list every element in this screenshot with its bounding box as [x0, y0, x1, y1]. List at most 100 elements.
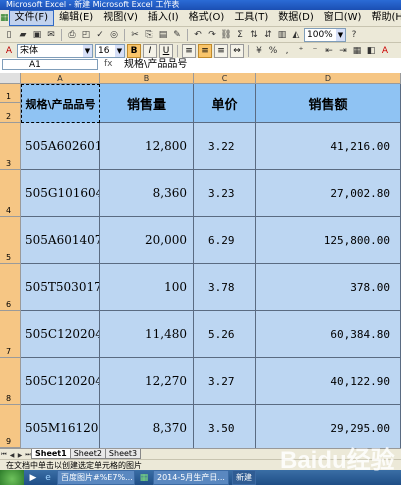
chevron-down-icon[interactable]: ▼ [115, 44, 124, 57]
cell-code[interactable]: 505T503017 [21, 264, 100, 311]
menu-insert[interactable]: 插入(I) [143, 11, 184, 25]
column-header-d[interactable]: D [256, 73, 401, 84]
cell-amount[interactable]: 60,384.80 [256, 311, 401, 358]
menu-file[interactable]: 文件(F) [8, 10, 55, 26]
header-cell-qty[interactable]: 销售量 [100, 84, 194, 123]
sort-ascending-icon[interactable]: ⇅ [248, 29, 260, 41]
first-sheet-icon[interactable]: ⏮ [0, 451, 8, 459]
new-icon[interactable]: ▯ [3, 29, 15, 41]
sheet-tab-2[interactable]: Sheet2 [69, 449, 106, 459]
drawing-icon[interactable]: ◭ [290, 29, 302, 41]
cell-code[interactable]: 505G101604 [21, 170, 100, 217]
save-icon[interactable]: ▣ [31, 29, 43, 41]
row-header-7[interactable]: 7 [0, 311, 21, 358]
chart-wizard-icon[interactable]: ▥ [276, 29, 288, 41]
sheet-tab-1[interactable]: Sheet1 [31, 449, 71, 459]
cell-price[interactable]: 3.22 [194, 123, 256, 170]
comma-style-icon[interactable]: , [281, 45, 293, 57]
header-cell-price[interactable]: 单价 [194, 84, 256, 123]
menu-edit[interactable]: 编辑(E) [54, 11, 98, 25]
row-header-9[interactable]: 9 [0, 405, 21, 448]
decrease-decimal-icon[interactable]: ⁻ [309, 45, 321, 57]
browser-icon[interactable]: e [42, 472, 54, 484]
cell-price[interactable]: 6.29 [194, 217, 256, 264]
help-icon[interactable]: ? [348, 29, 360, 41]
fill-color-icon[interactable]: ◧ [365, 45, 377, 57]
cell-amount[interactable]: 27,002.80 [256, 170, 401, 217]
cell-code[interactable]: 505M161201 [21, 405, 100, 448]
menu-tools[interactable]: 工具(T) [229, 11, 273, 25]
taskbar-item-workbook[interactable]: 2014-5月生产日... [153, 470, 229, 485]
cell-qty[interactable]: 100 [100, 264, 194, 311]
taskbar-item-new-workbook[interactable]: 新建 [231, 470, 256, 485]
align-left-icon[interactable]: ≡ [182, 43, 196, 58]
cut-icon[interactable]: ✂ [129, 29, 141, 41]
font-size-select[interactable]: 16 ▼ [95, 43, 125, 58]
copy-icon[interactable]: ⎘ [143, 29, 155, 41]
sort-descending-icon[interactable]: ⇵ [262, 29, 274, 41]
merge-center-icon[interactable]: ⇔ [230, 43, 244, 58]
fx-icon[interactable]: fx [104, 59, 113, 69]
paste-icon[interactable]: ▤ [157, 29, 169, 41]
chevron-down-icon[interactable]: ▼ [83, 44, 92, 57]
chevron-down-icon[interactable]: ▼ [336, 28, 345, 41]
row-header-1[interactable]: 1 [0, 84, 21, 103]
menu-data[interactable]: 数据(D) [273, 11, 319, 25]
row-header-6[interactable]: 6 [0, 264, 21, 311]
header-cell-amount[interactable]: 销售额 [256, 84, 401, 123]
prev-sheet-icon[interactable]: ◀ [8, 452, 16, 459]
cell-qty[interactable]: 8,360 [100, 170, 194, 217]
bold-button[interactable]: B [127, 43, 141, 58]
menu-window[interactable]: 窗口(W) [319, 11, 367, 25]
row-header-2[interactable]: 2 [0, 103, 21, 123]
percent-icon[interactable]: % [267, 45, 279, 57]
cell-price[interactable]: 5.26 [194, 311, 256, 358]
align-center-icon[interactable]: ≡ [198, 43, 212, 58]
italic-button[interactable]: I [143, 43, 157, 58]
start-button[interactable] [0, 470, 24, 485]
row-header-5[interactable]: 5 [0, 217, 21, 264]
name-box[interactable]: A1 [2, 59, 98, 70]
menu-help[interactable]: 帮助(H) [366, 11, 401, 25]
cell-qty[interactable]: 8,370 [100, 405, 194, 448]
increase-indent-icon[interactable]: ⇥ [337, 45, 349, 57]
cell-price[interactable]: 3.50 [194, 405, 256, 448]
cell-code[interactable]: 505A601407 [21, 217, 100, 264]
format-painter-icon[interactable]: ✎ [171, 29, 183, 41]
decrease-indent-icon[interactable]: ⇤ [323, 45, 335, 57]
align-right-icon[interactable]: ≡ [214, 43, 228, 58]
cell-amount[interactable]: 125,800.00 [256, 217, 401, 264]
cell-price[interactable]: 3.78 [194, 264, 256, 311]
underline-button[interactable]: U [159, 43, 173, 58]
media-player-icon[interactable]: ▶ [27, 472, 39, 484]
increase-decimal-icon[interactable]: ⁺ [295, 45, 307, 57]
cell-amount[interactable]: 378.00 [256, 264, 401, 311]
permission-icon[interactable]: ✉ [45, 29, 57, 41]
cell-code[interactable]: 505C120204 [21, 311, 100, 358]
formula-content[interactable]: 规格\产品品号 [124, 58, 187, 72]
font-name-select[interactable]: 宋体 ▼ [17, 43, 93, 58]
currency-icon[interactable]: ¥ [253, 45, 265, 57]
undo-icon[interactable]: ↶ [192, 29, 204, 41]
research-icon[interactable]: ◎ [108, 29, 120, 41]
cell-price[interactable]: 3.27 [194, 358, 256, 405]
cell-amount[interactable]: 40,122.90 [256, 358, 401, 405]
taskbar-item-browser[interactable]: 百度图片#%E7%... [57, 470, 135, 485]
cell-qty[interactable]: 12,270 [100, 358, 194, 405]
cell-qty[interactable]: 12,800 [100, 123, 194, 170]
row-header-4[interactable]: 4 [0, 170, 21, 217]
hyperlink-icon[interactable]: ⛓ [220, 29, 232, 41]
excel-app-icon[interactable]: ▦ [0, 12, 9, 24]
row-header-3[interactable]: 3 [0, 123, 21, 170]
cell-qty[interactable]: 11,480 [100, 311, 194, 358]
print-preview-icon[interactable]: ◰ [80, 29, 92, 41]
borders-icon[interactable]: ▦ [351, 45, 363, 57]
autosum-icon[interactable]: Σ [234, 29, 246, 41]
row-header-8[interactable]: 8 [0, 358, 21, 405]
cell-code[interactable]: 505C120204 [21, 358, 100, 405]
cell-amount[interactable]: 41,216.00 [256, 123, 401, 170]
print-icon[interactable]: ⎙ [66, 29, 78, 41]
header-cell-spec[interactable]: 规格\产品品号 [21, 84, 100, 123]
cell-qty[interactable]: 20,000 [100, 217, 194, 264]
menu-view[interactable]: 视图(V) [98, 11, 143, 25]
